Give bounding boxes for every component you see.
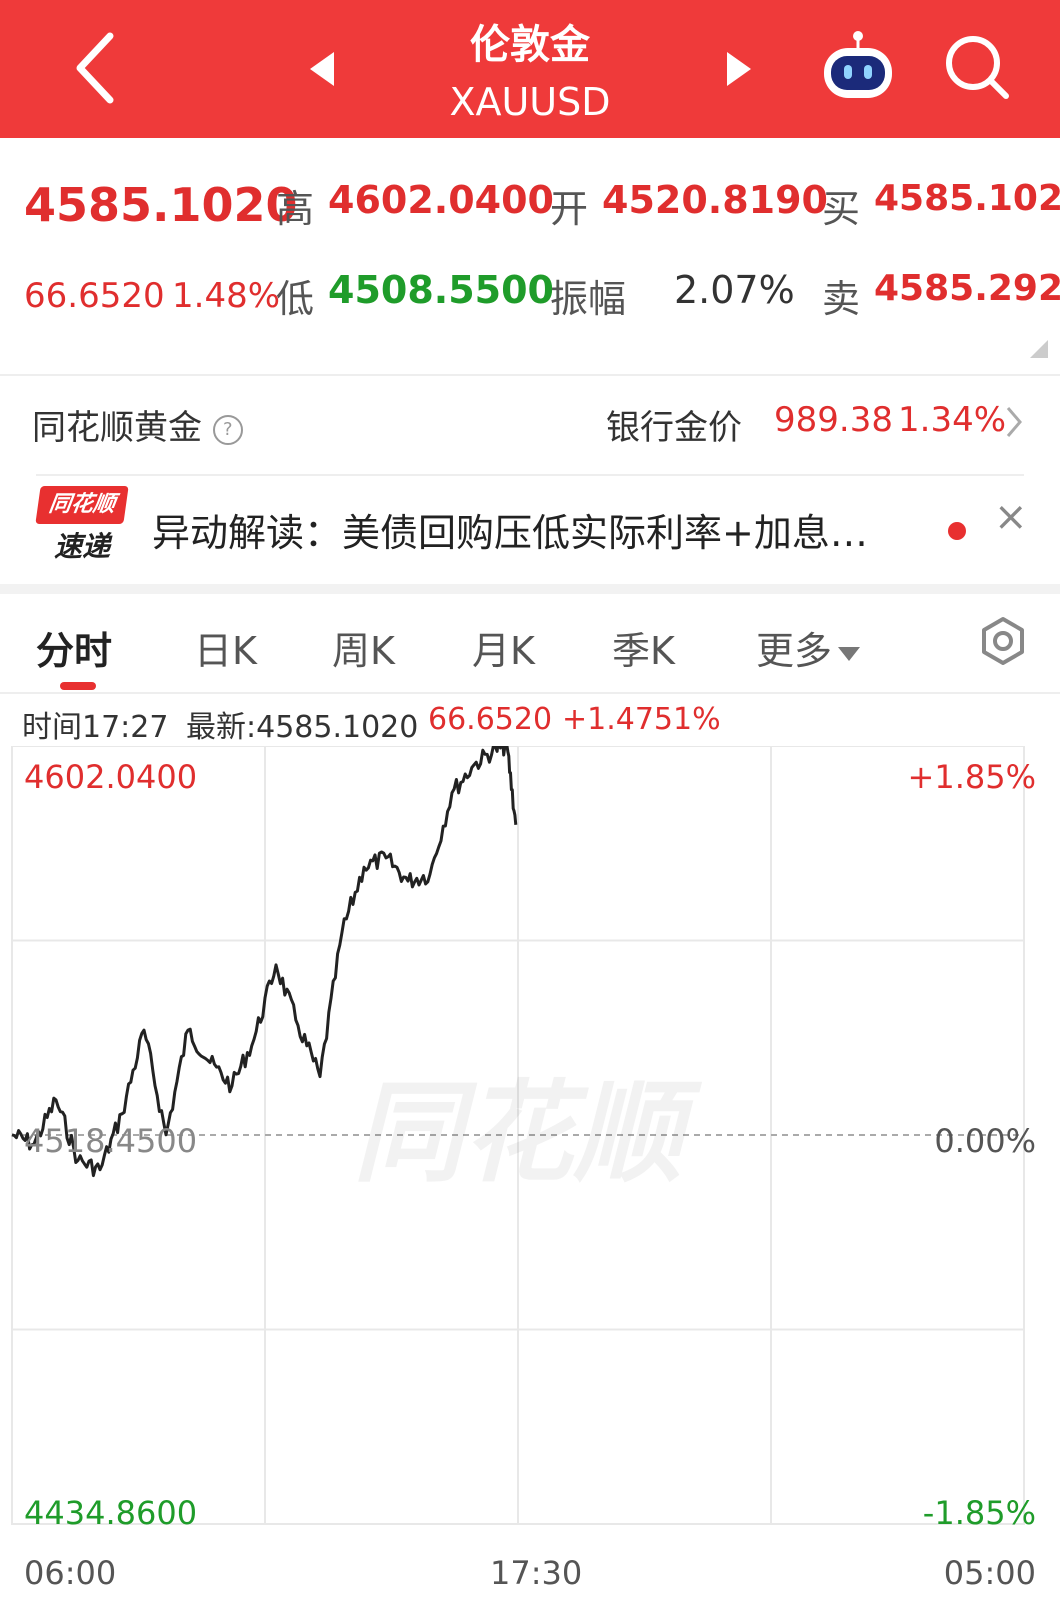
bank-gold-percent: 1.34% — [898, 400, 1007, 440]
tab-quarterly-k[interactable]: 季K — [612, 620, 675, 675]
help-icon[interactable]: ? — [212, 414, 243, 445]
low-value: 4508.5500 — [328, 268, 554, 312]
period-tabs: 分时 日K 周K 月K 季K 更多 — [0, 594, 1060, 692]
tab-more[interactable]: 更多 — [756, 620, 861, 675]
search-icon[interactable] — [944, 34, 1010, 100]
open-label: 开 — [550, 187, 589, 231]
news-badge-logo: 同花顺 速递 — [35, 486, 129, 570]
x-label-end: 05:00 — [943, 1554, 1036, 1592]
instrument-code: XAUUSD — [449, 80, 611, 124]
y-label-bottom: 4434.8600 — [24, 1494, 198, 1532]
y-label-pct-top: +1.85% — [907, 758, 1036, 796]
close-icon[interactable]: × — [994, 494, 1028, 540]
quote-panel: 4585.1020 66.6520 1.48% 高 4602.0400 低 45… — [0, 138, 1060, 376]
back-arrow-icon[interactable] — [68, 28, 128, 108]
change-value: 66.6520 — [24, 276, 165, 316]
info-latest: 最新:4585.1020 — [186, 710, 419, 745]
chevron-right-icon[interactable] — [1004, 402, 1024, 442]
info-percent: +1.4751% — [562, 702, 721, 737]
y-label-top: 4602.0400 — [24, 758, 198, 796]
gold-index-label: 同花顺黄金 ? — [32, 400, 243, 449]
bank-gold-price: 989.38 — [774, 400, 893, 440]
news-headline[interactable]: 异动解读：美债回购压低实际利率+加息… — [152, 502, 922, 557]
info-change: 66.6520 — [428, 702, 553, 737]
next-instrument-icon[interactable] — [727, 52, 751, 86]
amplitude-value: 2.07% — [674, 268, 795, 312]
gold-index-text: 同花顺黄金 — [32, 408, 202, 448]
tab-weekly-k[interactable]: 周K — [332, 620, 395, 675]
chart-canvas: 同花顺 — [11, 746, 1025, 1525]
buy-label: 买 — [822, 187, 861, 231]
y-label-pct-mid: 0.00% — [934, 1122, 1036, 1160]
prev-instrument-icon[interactable] — [310, 52, 334, 86]
tab-monthly-k[interactable]: 月K — [472, 620, 535, 675]
unread-dot-icon — [948, 522, 966, 540]
intraday-chart[interactable]: 同花顺 4602.0400 +1.85% 4518.4500 0.00% 443… — [0, 746, 1060, 1605]
sell-label: 卖 — [822, 277, 861, 321]
tab-daily-k[interactable]: 日K — [194, 620, 257, 675]
gold-price-row[interactable]: 同花顺黄金 ? 银行金价 989.38 1.34% — [0, 376, 1060, 472]
expand-corner-icon[interactable] — [1030, 340, 1048, 358]
sell-value: 4585.2920 — [874, 268, 1060, 309]
tab-more-label: 更多 — [756, 629, 833, 673]
low-label: 低 — [276, 277, 315, 321]
section-gap — [0, 584, 1060, 594]
y-label-baseline: 4518.4500 — [24, 1122, 198, 1160]
top-bar: 伦敦金 XAUUSD — [0, 0, 1060, 138]
instrument-name: 伦敦金 — [470, 22, 590, 68]
bank-gold-label: 银行金价 — [606, 408, 742, 448]
badge-brand: 同花顺 — [35, 486, 129, 524]
high-label: 高 — [276, 187, 315, 231]
caret-down-icon — [838, 646, 861, 661]
open-value: 4520.8190 — [602, 178, 828, 222]
tab-intraday[interactable]: 分时 — [36, 620, 112, 675]
settings-icon[interactable] — [978, 616, 1028, 666]
badge-flash: 速递 — [53, 530, 110, 563]
assistant-robot-icon[interactable] — [818, 28, 898, 108]
info-time: 时间17:27 — [22, 710, 169, 745]
buy-value: 4585.1020 — [874, 178, 1060, 219]
last-price: 4585.1020 — [24, 178, 298, 232]
watermark-logo: 同花顺 — [353, 1069, 703, 1197]
x-label-start: 06:00 — [24, 1554, 117, 1592]
x-label-mid: 17:30 — [490, 1554, 583, 1592]
y-label-pct-bottom: -1.85% — [922, 1494, 1036, 1532]
change-percent: 1.48% — [172, 276, 281, 316]
high-value: 4602.0400 — [328, 178, 554, 222]
news-flash[interactable]: 同花顺 速递 异动解读：美债回购压低实际利率+加息… × — [0, 474, 1060, 584]
amplitude-label: 振幅 — [550, 277, 627, 321]
crosshair-info: 时间17:27 最新:4585.1020 66.6520 +1.4751% — [0, 694, 1060, 746]
active-tab-indicator — [60, 682, 96, 690]
